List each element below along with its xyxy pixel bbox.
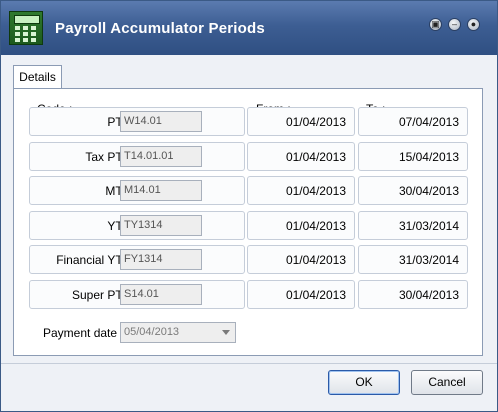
tax-ptd-to: 15/04/2013 (358, 142, 468, 171)
payment-date-label: Payment date : (43, 326, 124, 340)
payment-date-select[interactable]: 05/04/2013 (120, 322, 236, 343)
restore-icon: ▣ (431, 19, 440, 29)
cancel-button[interactable]: Cancel (411, 370, 483, 395)
title-bar[interactable]: Payroll Accumulator Periods ▣ – ● (1, 1, 497, 55)
dialog-window: Payroll Accumulator Periods ▣ – ● Detail… (0, 0, 498, 412)
tab-details[interactable]: Details (13, 65, 62, 89)
ptd-row: PTD : W14.01 (29, 107, 245, 136)
chevron-down-icon (222, 330, 230, 335)
ok-button[interactable]: OK (328, 370, 400, 395)
ytd-row: YTD : TY1314 (29, 211, 245, 240)
ytd-from: 01/04/2013 (247, 211, 355, 240)
super-ptd-to: 30/04/2013 (358, 280, 468, 309)
financial-ytd-row: Financial YTD : FY1314 (29, 245, 245, 274)
mtd-from: 01/04/2013 (247, 176, 355, 205)
calculator-icon (9, 11, 43, 45)
ptd-to: 07/04/2013 (358, 107, 468, 136)
payment-date-value: 05/04/2013 (124, 326, 180, 338)
ytd-to: 31/03/2014 (358, 211, 468, 240)
super-ptd-row: Super PTD : S14.01 (29, 280, 245, 309)
tax-ptd-from: 01/04/2013 (247, 142, 355, 171)
ptd-code-field[interactable]: W14.01 (120, 111, 202, 132)
close-icon: ● (470, 19, 477, 29)
financial-ytd-to: 31/03/2014 (358, 245, 468, 274)
super-ptd-from: 01/04/2013 (247, 280, 355, 309)
restore-button[interactable]: ▣ (429, 18, 442, 31)
super-ptd-code-field[interactable]: S14.01 (120, 284, 202, 305)
footer-divider (1, 363, 497, 364)
mtd-code-field[interactable]: M14.01 (120, 180, 202, 201)
ytd-code-field[interactable]: TY1314 (120, 215, 202, 236)
minimize-button[interactable]: – (448, 18, 461, 31)
tax-ptd-row: Tax PTD : T14.01.01 (29, 142, 245, 171)
financial-ytd-code-field[interactable]: FY1314 (120, 249, 202, 270)
ptd-from: 01/04/2013 (247, 107, 355, 136)
mtd-to: 30/04/2013 (358, 176, 468, 205)
mtd-row: MTD : M14.01 (29, 176, 245, 205)
minimize-icon: – (451, 19, 457, 29)
tax-ptd-code-field[interactable]: T14.01.01 (120, 146, 202, 167)
financial-ytd-from: 01/04/2013 (247, 245, 355, 274)
close-button[interactable]: ● (467, 18, 480, 31)
window-title: Payroll Accumulator Periods (55, 20, 265, 37)
